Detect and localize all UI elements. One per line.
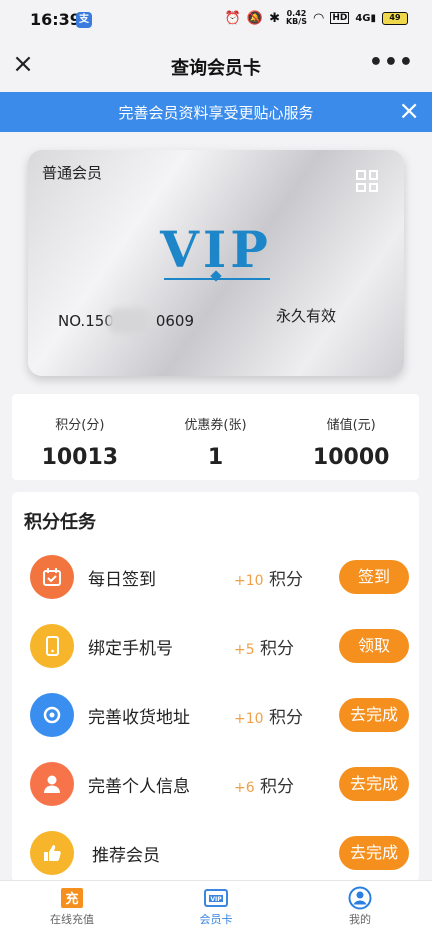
member-level: 普通会员 <box>42 164 103 182</box>
vip-card-icon: VIP <box>204 887 228 909</box>
complete-address-button[interactable]: 去完成 <box>339 698 409 732</box>
profile-icon <box>348 886 372 910</box>
stat-points[interactable]: 积分(分) 10013 <box>12 394 148 480</box>
thumbs-up-icon <box>30 831 74 875</box>
user-icon <box>30 762 74 806</box>
points-tasks: 积分任务 每日签到 +10 积分 签到 绑定手机号 +5 积分 领取 完善收货地… <box>12 492 419 882</box>
account-stats: 积分(分) 10013 优惠券(张) 1 储值(元) 10000 <box>12 394 419 480</box>
task-name: 每日签到 <box>88 570 156 590</box>
member-card[interactable]: 普通会员 VIP NO.150 0609 永久有效 <box>28 150 404 376</box>
page-title: 查询会员卡 <box>171 58 261 79</box>
task-points: +6 积分 <box>234 777 295 797</box>
checkin-button[interactable]: 签到 <box>339 560 409 594</box>
svg-text:充: 充 <box>65 891 78 907</box>
tab-profile[interactable]: 我的 <box>288 881 432 932</box>
bluetooth-icon: ✱ <box>269 10 280 26</box>
status-bar: 16:39 支 ⏰ 🔕 ✱ 0.42 KB/S ◠ HD 4G▮ 49 <box>0 0 432 40</box>
stat-balance[interactable]: 储值(元) 10000 <box>283 394 419 480</box>
calendar-icon <box>30 555 74 599</box>
task-daily-checkin: 每日签到 +10 积分 签到 <box>12 548 419 608</box>
task-name: 完善个人信息 <box>88 777 190 797</box>
card-number-mask <box>108 308 150 334</box>
tab-vip-card[interactable]: VIP 会员卡 <box>144 881 288 932</box>
banner-close-icon[interactable]: × <box>398 97 420 125</box>
stat-value: 10013 <box>41 445 119 470</box>
phone-icon <box>30 624 74 668</box>
tab-bar: 充 在线充值 VIP 会员卡 我的 <box>0 880 432 932</box>
tab-label: 我的 <box>349 913 371 926</box>
stat-value: 1 <box>207 445 224 470</box>
more-icon[interactable]: ••• <box>369 50 414 75</box>
task-name: 推荐会员 <box>92 846 160 866</box>
battery-icon: 49 <box>382 11 408 25</box>
task-name: 绑定手机号 <box>88 639 173 659</box>
card-validity: 永久有效 <box>276 307 337 325</box>
stat-label: 积分(分) <box>55 418 105 433</box>
task-points: +5 积分 <box>234 639 295 659</box>
stat-coupons[interactable]: 优惠券(张) 1 <box>148 394 284 480</box>
task-bind-phone: 绑定手机号 +5 积分 领取 <box>12 617 419 677</box>
alarm-icon: ⏰ <box>224 10 241 26</box>
claim-button[interactable]: 领取 <box>339 629 409 663</box>
tab-recharge[interactable]: 充 在线充值 <box>0 881 144 932</box>
task-points: +10 积分 <box>234 708 303 728</box>
wifi-icon: ◠ <box>312 10 325 26</box>
profile-banner[interactable]: 完善会员资料享受更贴心服务 × <box>0 92 432 132</box>
network-speed: 0.42 KB/S <box>285 9 307 26</box>
task-shipping-address: 完善收货地址 +10 积分 去完成 <box>12 686 419 746</box>
banner-text: 完善会员资料享受更贴心服务 <box>118 104 314 122</box>
refer-button[interactable]: 去完成 <box>339 836 409 870</box>
tab-label: 会员卡 <box>199 913 233 926</box>
tab-label: 在线充值 <box>50 913 94 926</box>
tasks-title: 积分任务 <box>24 512 96 533</box>
location-icon <box>30 693 74 737</box>
status-time: 16:39 <box>30 10 81 29</box>
app-notification-icon: 支 <box>76 12 92 28</box>
status-icons: ⏰ 🔕 ✱ 0.42 KB/S ◠ HD 4G▮ 49 <box>225 10 408 26</box>
stat-value: 10000 <box>312 445 390 470</box>
task-points: +10 积分 <box>234 570 303 590</box>
mute-icon: 🔕 <box>246 10 264 26</box>
svg-text:VIP: VIP <box>210 896 222 903</box>
stat-label: 储值(元) <box>326 418 376 433</box>
task-name: 完善收货地址 <box>88 708 190 728</box>
complete-info-button[interactable]: 去完成 <box>339 767 409 801</box>
recharge-icon: 充 <box>60 887 84 909</box>
task-refer-member: 推荐会员 去完成 <box>12 824 419 882</box>
signal-icon: 4G▮ <box>355 12 376 24</box>
qr-code-icon[interactable] <box>356 170 378 192</box>
hd-icon: HD <box>330 12 350 24</box>
task-personal-info: 完善个人信息 +6 积分 去完成 <box>12 755 419 815</box>
nav-bar: × 查询会员卡 ••• <box>0 40 432 92</box>
stat-label: 优惠券(张) <box>184 418 247 433</box>
